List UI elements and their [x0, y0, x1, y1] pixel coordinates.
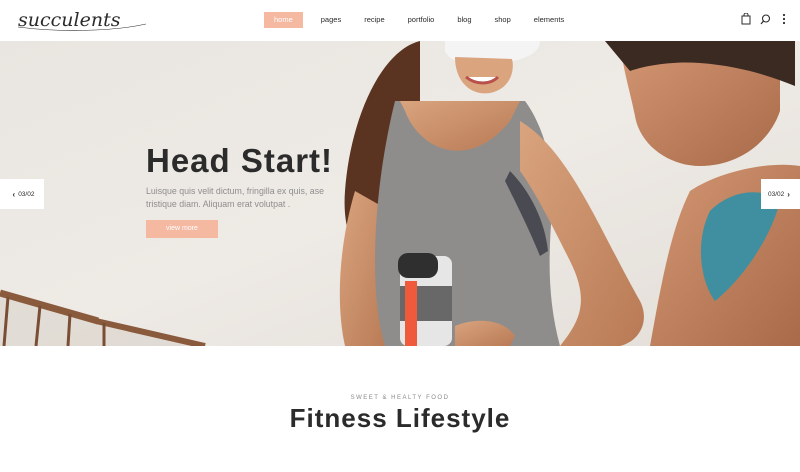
header-icons	[733, 12, 790, 26]
more-vertical-icon[interactable]	[778, 12, 790, 26]
hero-slider: ‹ 03/02 03/02 › Head Start! Luisque quis…	[0, 41, 800, 346]
nav-item-elements[interactable]: elements	[525, 12, 573, 28]
section-title: Fitness Lifestyle	[289, 403, 511, 433]
site-header: succulents home pages recipe portfolio b…	[0, 0, 800, 41]
svg-text:succulents: succulents	[18, 9, 121, 31]
hero-description: Luisque quis velit dictum, fringilla ex …	[146, 186, 324, 209]
cart-icon[interactable]	[740, 12, 752, 26]
slider-prev-label: 03/02	[18, 190, 35, 198]
slider-prev-button[interactable]: ‹ 03/02	[0, 179, 44, 209]
hero-image	[0, 41, 800, 346]
search-icon[interactable]	[759, 12, 771, 26]
hero-title: Head Start!	[146, 142, 334, 179]
chevron-left-icon: ‹	[12, 189, 16, 199]
main-nav: home pages recipe portfolio blog shop el…	[264, 12, 578, 28]
logo[interactable]: succulents	[16, 6, 148, 34]
nav-item-portfolio[interactable]: portfolio	[399, 12, 444, 28]
nav-item-home[interactable]: home	[264, 12, 303, 28]
section-subtitle: SWEET & HEALTY FOOD	[350, 395, 450, 401]
slider-next-button[interactable]: 03/02 ›	[761, 179, 800, 209]
chevron-right-icon: ›	[787, 189, 790, 199]
view-more-button[interactable]: view more	[146, 220, 218, 238]
slider-next-label: 03/02	[768, 190, 785, 198]
nav-item-pages[interactable]: pages	[312, 12, 350, 28]
nav-item-blog[interactable]: blog	[448, 12, 480, 28]
nav-item-shop[interactable]: shop	[486, 12, 520, 28]
nav-item-recipe[interactable]: recipe	[355, 12, 393, 28]
